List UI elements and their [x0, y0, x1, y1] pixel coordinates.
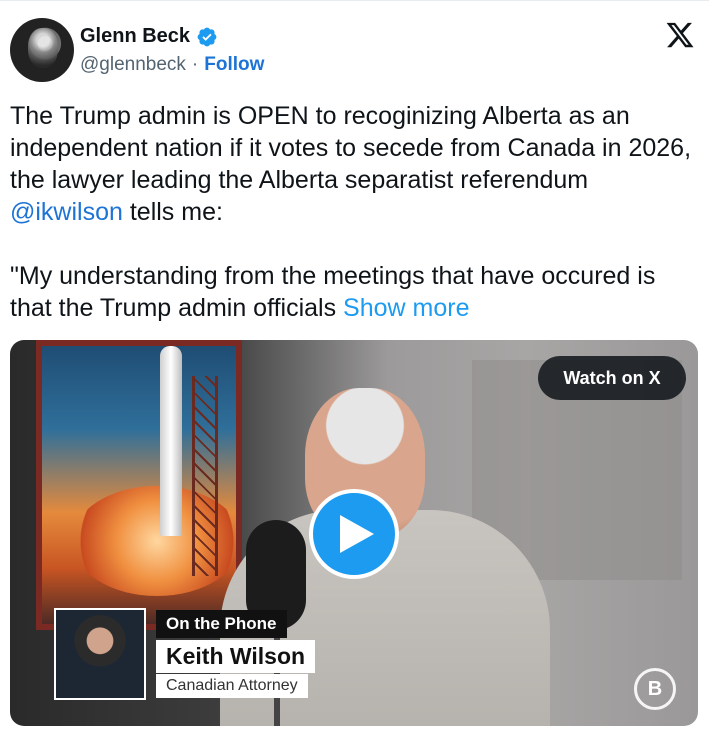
divider: [0, 0, 709, 1]
avatar[interactable]: [10, 18, 74, 82]
tweet-paragraph-2: "My understanding from the meetings that…: [10, 260, 700, 324]
brand-badge-icon: B: [634, 668, 676, 710]
rocket-poster-image: [36, 340, 242, 630]
tweet-body-1-tail: tells me:: [122, 198, 223, 226]
follow-button[interactable]: Follow: [204, 54, 264, 76]
separator-dot: ·: [191, 54, 199, 75]
x-logo-icon[interactable]: [665, 20, 695, 50]
tweet-body-1: The Trump admin is OPEN to recoginizing …: [10, 102, 692, 194]
lower-third-name: Keith Wilson: [156, 640, 316, 673]
show-more-link[interactable]: Show more: [343, 294, 469, 322]
author-name-row: Glenn Beck: [80, 25, 218, 48]
poster-launch-tower: [192, 376, 218, 576]
mention-link[interactable]: @ikwilson: [10, 198, 123, 226]
guest-photo: [54, 608, 146, 700]
tweet-paragraph-1: The Trump admin is OPEN to recoginizing …: [10, 100, 700, 228]
video-player[interactable]: Watch on X On the Phone Keith Wilson Can…: [10, 340, 698, 726]
author-handle-row: @glennbeck · Follow: [80, 54, 264, 76]
lower-third-title: Canadian Attorney: [156, 674, 308, 698]
tweet-text: The Trump admin is OPEN to recoginizing …: [10, 100, 700, 324]
author-handle[interactable]: @glennbeck: [80, 54, 186, 76]
poster-rocket: [160, 346, 182, 536]
author-name[interactable]: Glenn Beck: [80, 25, 190, 48]
tweet-body-2: "My understanding from the meetings that…: [10, 262, 656, 322]
watch-on-x-button[interactable]: Watch on X: [538, 356, 686, 400]
verified-badge-icon: [197, 27, 217, 46]
lower-third-kicker: On the Phone: [156, 610, 287, 638]
tweet-card: Glenn Beck @glennbeck · Follow The Trump…: [0, 0, 709, 738]
play-icon[interactable]: [309, 489, 399, 579]
